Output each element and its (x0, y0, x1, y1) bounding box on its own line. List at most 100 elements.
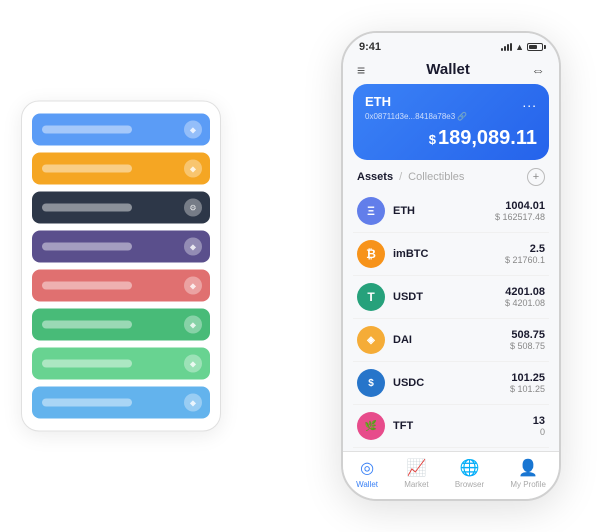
asset-amounts-dai: 508.75 $ 508.75 (510, 329, 545, 351)
tab-collectibles[interactable]: Collectibles (408, 171, 464, 183)
eth-card-top: ETH ... (365, 94, 537, 110)
tft-usd: 0 (533, 427, 545, 437)
list-item[interactable]: T USDT 4201.08 $ 4201.08 (353, 276, 549, 319)
card-icon-lightblue: ◆ (184, 394, 202, 412)
card-icon-green: ◆ (184, 316, 202, 334)
dai-usd: $ 508.75 (510, 341, 545, 351)
asset-name-dai: DAI (393, 334, 510, 346)
profile-nav-icon: 👤 (518, 458, 538, 478)
card-label (42, 399, 132, 407)
asset-amounts-usdc: 101.25 $ 101.25 (510, 372, 545, 394)
asset-name-eth: ETH (393, 205, 495, 217)
usdt-amount: 4201.08 (505, 286, 545, 298)
status-icons: ▲ (501, 42, 543, 52)
tab-assets[interactable]: Assets (357, 171, 393, 183)
eth-card[interactable]: ETH ... 0x08711d3e...8418a78e3 🔗 $189,08… (353, 84, 549, 160)
imbtc-amount: 2.5 (505, 243, 545, 255)
imbtc-usd: $ 21760.1 (505, 255, 545, 265)
usdc-amount: 101.25 (510, 372, 545, 384)
asset-amounts-tft: 13 0 (533, 415, 545, 437)
usdt-icon: T (357, 283, 385, 311)
card-row-dark[interactable]: ⚙ (32, 192, 210, 224)
card-icon-purple: ◆ (184, 238, 202, 256)
card-label (42, 126, 132, 134)
asset-amounts-imbtc: 2.5 $ 21760.1 (505, 243, 545, 265)
asset-name-tft: TFT (393, 420, 533, 432)
list-item[interactable]: 🌿 TFT 13 0 (353, 405, 549, 448)
card-icon-red: ◆ (184, 277, 202, 295)
card-label (42, 165, 132, 173)
nav-item-profile[interactable]: 👤 My Profile (510, 458, 546, 489)
asset-name-usdt: USDT (393, 291, 505, 303)
tft-icon: 🌿 (357, 412, 385, 440)
card-row-lightgreen[interactable]: ◆ (32, 348, 210, 380)
signal-bars-icon (501, 43, 512, 51)
card-stack: ◆ ◆ ⚙ ◆ ◆ ◆ ◆ ◆ (21, 101, 221, 432)
card-label (42, 282, 132, 290)
bottom-nav: ◎ Wallet 📈 Market 🌐 Browser 👤 My Profile (343, 451, 559, 499)
wifi-icon: ▲ (515, 42, 524, 52)
card-label (42, 204, 132, 212)
nav-item-browser[interactable]: 🌐 Browser (455, 458, 484, 489)
status-time: 9:41 (359, 41, 381, 53)
phone-header: ≡ Wallet ⇔ (343, 57, 559, 84)
tab-separator: / (399, 171, 402, 183)
asset-name-usdc: USDC (393, 377, 510, 389)
list-item[interactable]: ◈ DAI 508.75 $ 508.75 (353, 319, 549, 362)
browser-nav-label: Browser (455, 480, 484, 489)
imbtc-icon: ₿ (357, 240, 385, 268)
card-icon-lightgreen: ◆ (184, 355, 202, 373)
dai-icon: ◈ (357, 326, 385, 354)
expand-icon[interactable]: ⇔ (531, 62, 545, 78)
card-row-green[interactable]: ◆ (32, 309, 210, 341)
usdc-icon: $ (357, 369, 385, 397)
assets-tabs: Assets / Collectibles (357, 171, 464, 183)
list-item[interactable]: ₿ imBTC 2.5 $ 21760.1 (353, 233, 549, 276)
dollar-sign: $ (429, 132, 436, 147)
card-icon-blue: ◆ (184, 121, 202, 139)
market-nav-label: Market (404, 480, 428, 489)
card-row-red[interactable]: ◆ (32, 270, 210, 302)
card-label (42, 321, 132, 329)
eth-icon: Ξ (357, 197, 385, 225)
asset-amounts-eth: 1004.01 $ 162517.48 (495, 200, 545, 222)
card-icon-orange: ◆ (184, 160, 202, 178)
eth-card-coin-label: ETH (365, 94, 391, 109)
eth-card-more-button[interactable]: ... (522, 94, 537, 110)
eth-card-balance: $189,089.11 (365, 127, 537, 150)
list-item[interactable]: $ USDC 101.25 $ 101.25 (353, 362, 549, 405)
card-icon-dark: ⚙ (184, 199, 202, 217)
eth-usd: $ 162517.48 (495, 212, 545, 222)
profile-nav-label: My Profile (510, 480, 546, 489)
card-label (42, 243, 132, 251)
add-asset-button[interactable]: + (527, 168, 545, 186)
asset-amounts-usdt: 4201.08 $ 4201.08 (505, 286, 545, 308)
nav-item-wallet[interactable]: ◎ Wallet (356, 458, 378, 489)
assets-header: Assets / Collectibles + (343, 168, 559, 190)
card-label (42, 360, 132, 368)
usdt-usd: $ 4201.08 (505, 298, 545, 308)
wallet-nav-icon: ◎ (360, 458, 374, 478)
browser-nav-icon: 🌐 (460, 458, 480, 478)
card-row-purple[interactable]: ◆ (32, 231, 210, 263)
asset-name-imbtc: imBTC (393, 248, 505, 260)
status-bar: 9:41 ▲ (343, 33, 559, 57)
scene: ◆ ◆ ⚙ ◆ ◆ ◆ ◆ ◆ (21, 16, 581, 516)
dai-amount: 508.75 (510, 329, 545, 341)
battery-fill (529, 45, 537, 49)
battery-icon (527, 43, 543, 51)
nav-item-market[interactable]: 📈 Market (404, 458, 428, 489)
phone: 9:41 ▲ ≡ Wallet ⇔ ETH ... (341, 31, 561, 501)
eth-card-address: 0x08711d3e...8418a78e3 🔗 (365, 112, 537, 121)
menu-icon[interactable]: ≡ (357, 62, 365, 78)
asset-list: Ξ ETH 1004.01 $ 162517.48 ₿ imBTC 2.5 $ … (343, 190, 559, 451)
usdc-usd: $ 101.25 (510, 384, 545, 394)
card-row-lightblue[interactable]: ◆ (32, 387, 210, 419)
market-nav-icon: 📈 (406, 458, 426, 478)
list-item[interactable]: Ξ ETH 1004.01 $ 162517.48 (353, 190, 549, 233)
wallet-nav-label: Wallet (356, 480, 378, 489)
tft-amount: 13 (533, 415, 545, 427)
page-title: Wallet (426, 61, 470, 78)
card-row-orange[interactable]: ◆ (32, 153, 210, 185)
card-row-blue[interactable]: ◆ (32, 114, 210, 146)
